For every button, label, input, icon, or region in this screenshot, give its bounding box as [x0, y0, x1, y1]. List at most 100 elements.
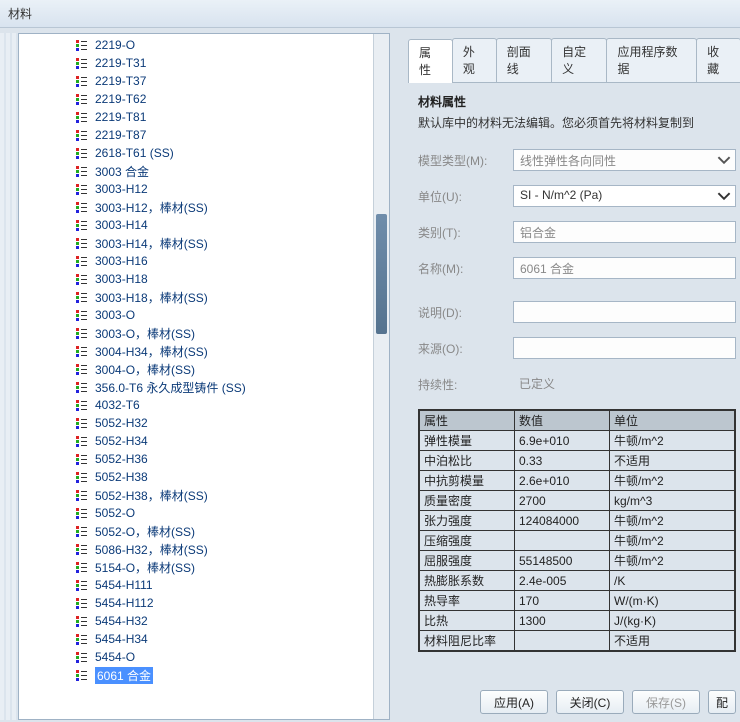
tree-item[interactable]: 5052-H34: [19, 432, 389, 450]
tree-item[interactable]: 5052-O，棒材(SS): [19, 522, 389, 540]
tree-item[interactable]: 356.0-T6 永久成型铸件 (SS): [19, 378, 389, 396]
tree-item-label: 5454-H111: [95, 578, 153, 592]
table-cell: 热导率: [420, 591, 515, 611]
tree-item-label: 3003-H14，棒材(SS): [95, 235, 208, 252]
save-button[interactable]: 保存(S): [632, 690, 700, 714]
table-cell: 屈服强度: [420, 551, 515, 571]
tree-item[interactable]: 5052-H32: [19, 414, 389, 432]
tree-item-label: 356.0-T6 永久成型铸件 (SS): [95, 379, 246, 396]
material-icon: [75, 416, 89, 430]
material-icon: [75, 524, 89, 538]
tree-item[interactable]: 3003-H14: [19, 216, 389, 234]
material-icon: [75, 38, 89, 52]
tree-item[interactable]: 6061 合金: [19, 666, 389, 684]
tree-item-label: 3003-O: [95, 308, 135, 322]
tree-item[interactable]: 4032-T6: [19, 396, 389, 414]
table-cell: 牛顿/m^2: [610, 551, 735, 571]
apply-button[interactable]: 应用(A): [480, 690, 548, 714]
tree-item-label: 5052-H32: [95, 416, 148, 430]
table-cell: 压缩强度: [420, 531, 515, 551]
tree-item-label: 5052-H36: [95, 452, 148, 466]
tree-item-label: 5454-O: [95, 650, 135, 664]
table-row[interactable]: 张力强度124084000牛顿/m^2: [420, 511, 735, 531]
tree-item[interactable]: 2219-T87: [19, 126, 389, 144]
tree-item[interactable]: 5154-O，棒材(SS): [19, 558, 389, 576]
table-cell: [515, 631, 610, 651]
unit-select[interactable]: SI - N/m^2 (Pa): [513, 185, 736, 207]
tree-item[interactable]: 3003 合金: [19, 162, 389, 180]
tree-item[interactable]: 3003-H12: [19, 180, 389, 198]
table-row[interactable]: 热膨胀系数2.4e-005/K: [420, 571, 735, 591]
material-icon: [75, 398, 89, 412]
table-row[interactable]: 质量密度2700kg/m^3: [420, 491, 735, 511]
tree-item[interactable]: 5086-H32，棒材(SS): [19, 540, 389, 558]
table-row[interactable]: 压缩强度牛顿/m^2: [420, 531, 735, 551]
tree-item[interactable]: 3003-H14，棒材(SS): [19, 234, 389, 252]
tab-1[interactable]: 外观: [452, 38, 497, 82]
tree-item[interactable]: 3003-O，棒材(SS): [19, 324, 389, 342]
tree-item[interactable]: 2219-T31: [19, 54, 389, 72]
tree-item[interactable]: 5454-H112: [19, 594, 389, 612]
tree-item[interactable]: 3004-O，棒材(SS): [19, 360, 389, 378]
table-row[interactable]: 比热1300J/(kg·K): [420, 611, 735, 631]
material-icon: [75, 326, 89, 340]
tree-item-label: 5454-H34: [95, 632, 148, 646]
table-row[interactable]: 中抗剪模量2.6e+010牛顿/m^2: [420, 471, 735, 491]
table-row[interactable]: 中泊松比0.33不适用: [420, 451, 735, 471]
material-icon: [75, 128, 89, 142]
material-icon: [75, 380, 89, 394]
scrollbar-thumb[interactable]: [376, 214, 387, 334]
material-icon: [75, 434, 89, 448]
material-icon: [75, 308, 89, 322]
table-cell: 2700: [515, 491, 610, 511]
tree-item[interactable]: 3003-O: [19, 306, 389, 324]
table-cell: 中泊松比: [420, 451, 515, 471]
tree-item[interactable]: 2219-T62: [19, 90, 389, 108]
tree-item[interactable]: 3003-H16: [19, 252, 389, 270]
tab-0[interactable]: 属性: [408, 39, 453, 83]
tree-item[interactable]: 5052-H38: [19, 468, 389, 486]
tree-item[interactable]: 5454-H32: [19, 612, 389, 630]
tree-item-label: 3003-H18，棒材(SS): [95, 289, 208, 306]
properties-table-wrap: 属性数值单位弹性模量6.9e+010牛顿/m^2中泊松比0.33不适用中抗剪模量…: [418, 409, 736, 652]
persist-label: 持续性:: [418, 376, 513, 393]
config-button[interactable]: 配: [708, 690, 736, 714]
table-row[interactable]: 屈服强度55148500牛顿/m^2: [420, 551, 735, 571]
material-icon: [75, 92, 89, 106]
tree-scrollbar[interactable]: [373, 34, 389, 719]
table-row[interactable]: 材料阻尼比率不适用: [420, 631, 735, 651]
tree-item-label: 4032-T6: [95, 398, 140, 412]
tree-item-label: 6061 合金: [95, 667, 153, 684]
tree-item[interactable]: 5052-O: [19, 504, 389, 522]
tree-item-label: 2219-T81: [95, 110, 146, 124]
tree-item[interactable]: 3003-H18，棒材(SS): [19, 288, 389, 306]
tree-item[interactable]: 5454-H111: [19, 576, 389, 594]
tree-item[interactable]: 3004-H34，棒材(SS): [19, 342, 389, 360]
properties-table[interactable]: 属性数值单位弹性模量6.9e+010牛顿/m^2中泊松比0.33不适用中抗剪模量…: [419, 410, 735, 651]
tree-item[interactable]: 2618-T61 (SS): [19, 144, 389, 162]
table-cell: 0.33: [515, 451, 610, 471]
tree-item[interactable]: 5052-H38，棒材(SS): [19, 486, 389, 504]
model-type-select[interactable]: 线性弹性各向同性: [513, 149, 736, 171]
tree-item[interactable]: 3003-H18: [19, 270, 389, 288]
tree-item[interactable]: 2219-O: [19, 36, 389, 54]
tree-item[interactable]: 5454-O: [19, 648, 389, 666]
tree-item-label: 2219-T87: [95, 128, 146, 142]
tree-item[interactable]: 2219-T37: [19, 72, 389, 90]
tree-item[interactable]: 2219-T81: [19, 108, 389, 126]
material-icon: [75, 506, 89, 520]
tree-item[interactable]: 3003-H12，棒材(SS): [19, 198, 389, 216]
tab-4[interactable]: 应用程序数据: [606, 38, 697, 82]
tree-item-label: 3003-O，棒材(SS): [95, 325, 195, 342]
material-tree[interactable]: 2219-O2219-T312219-T37 2219-T62 2219-T81 22…: [19, 34, 389, 719]
tab-5[interactable]: 收藏: [696, 38, 740, 82]
tab-2[interactable]: 剖面线: [496, 38, 552, 82]
table-cell: 2.4e-005: [515, 571, 610, 591]
table-row[interactable]: 弹性模量6.9e+010牛顿/m^2: [420, 431, 735, 451]
table-row[interactable]: 热导率170W/(m·K): [420, 591, 735, 611]
tree-item[interactable]: 5052-H36: [19, 450, 389, 468]
tab-3[interactable]: 自定义: [551, 38, 607, 82]
tree-item-label: 2219-T62: [95, 92, 146, 106]
tree-item[interactable]: 5454-H34: [19, 630, 389, 648]
close-button[interactable]: 关闭(C): [556, 690, 624, 714]
